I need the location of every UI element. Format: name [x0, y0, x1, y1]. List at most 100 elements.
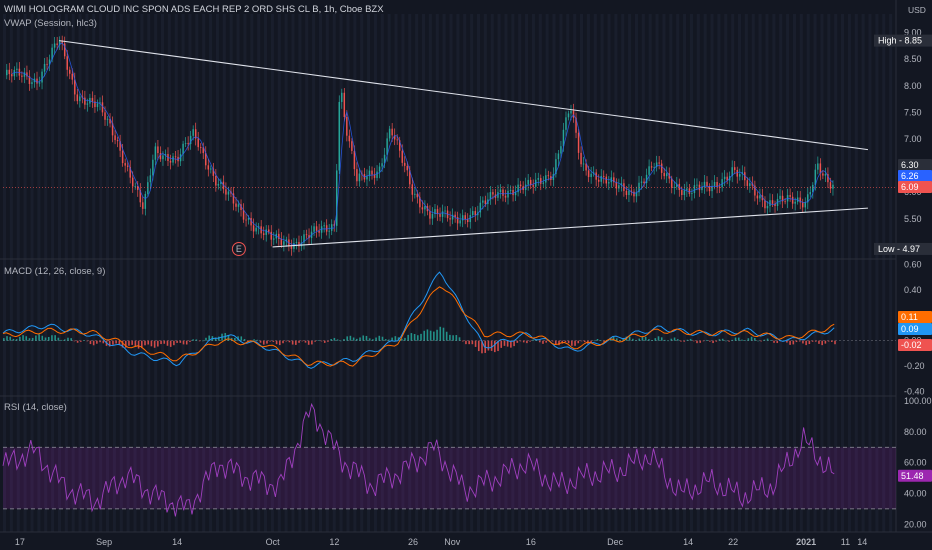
macd-histogram-bar [285, 340, 288, 342]
candle-body [11, 74, 13, 77]
candle-body [144, 193, 147, 209]
macd-histogram-bar [272, 340, 275, 342]
candle-body [376, 171, 378, 178]
macd-histogram-bar [461, 340, 464, 342]
macd-histogram-bar [753, 338, 756, 341]
rsi-label[interactable]: RSI (14, close) [4, 402, 67, 413]
candle-body [91, 97, 94, 102]
candle-body [633, 191, 635, 197]
candle-body [210, 168, 212, 170]
macd-histogram-bar [526, 340, 528, 344]
macd-histogram-bar [57, 337, 60, 341]
candle-body [348, 135, 351, 142]
candle-body [640, 181, 643, 183]
candle-body [673, 186, 676, 188]
macd-histogram-bar [436, 329, 438, 341]
candle-body [686, 188, 688, 191]
time-tick-label: Dec [607, 537, 624, 547]
candle-body [197, 138, 199, 148]
macd-histogram-bar [262, 340, 265, 345]
macd-histogram-bar [699, 340, 702, 343]
macd-histogram-bar [301, 340, 304, 342]
candle-body [597, 179, 600, 182]
candle-body [283, 241, 285, 245]
macd-histogram-bar [567, 340, 570, 344]
macd-histogram-bar [201, 340, 204, 342]
macd-histogram-bar [128, 340, 130, 346]
macd-histogram-bar [786, 340, 788, 343]
macd-histogram-bar [51, 335, 53, 341]
macd-label[interactable]: MACD (12, 26, close, 9) [4, 266, 105, 277]
macd-histogram-bar [9, 336, 12, 341]
macd-histogram-bar [725, 340, 727, 342]
candle-body [509, 189, 512, 191]
candle-body [46, 63, 48, 65]
candle-body [215, 175, 217, 186]
time-tick-label: Nov [444, 537, 461, 547]
candle-body [565, 117, 567, 130]
macd-histogram-bar [6, 336, 8, 341]
candle-body [378, 166, 381, 172]
time-tick-label: 2021 [796, 537, 816, 547]
candle-body [351, 141, 353, 151]
time-tick-label: 11 [841, 537, 850, 547]
candle-body [371, 170, 373, 175]
macd-histogram-bar [22, 335, 24, 341]
macd-histogram-bar [747, 338, 750, 341]
rsi-tick-label: 80.00 [904, 427, 927, 437]
candle-body [444, 210, 446, 212]
candle-body [142, 202, 144, 209]
candle-body [691, 193, 693, 194]
macd-histogram-bar [583, 340, 586, 343]
candle-body [106, 118, 109, 120]
macd-histogram-bar [657, 336, 660, 341]
macd-histogram-bar [596, 338, 599, 341]
macd-histogram-bar [80, 340, 82, 342]
candle-body [313, 226, 315, 232]
time-tick-label: 14 [172, 537, 182, 547]
macd-histogram-bar [153, 340, 156, 348]
rsi-tick-label: 60.00 [904, 458, 927, 468]
macd-histogram-bar [676, 339, 679, 341]
vwap-label[interactable]: VWAP (Session, hlc3) [4, 18, 97, 29]
macd-tick-label: -0.20 [904, 361, 925, 371]
time-tick-label: Oct [266, 537, 281, 547]
time-tick-label: Sep [96, 537, 112, 547]
candle-body [343, 92, 346, 117]
macd-histogram-bar [102, 340, 105, 344]
candle-body [693, 185, 696, 194]
candle-body [648, 166, 650, 175]
macd-histogram-bar [336, 339, 339, 341]
candle-body [328, 230, 330, 232]
candle-body [540, 178, 542, 184]
macd-histogram-bar [417, 335, 419, 341]
macd-histogram-bar [423, 330, 426, 341]
candle-body [532, 185, 534, 187]
price-tick-label: 5.50 [904, 214, 922, 224]
candle-body [126, 165, 129, 167]
candle-body [507, 190, 509, 198]
candle-body [512, 189, 514, 196]
candle-body [172, 156, 174, 163]
macd-histogram-bar [413, 333, 416, 341]
macd-histogram-bar [574, 340, 576, 346]
candle-body [746, 180, 749, 186]
candle-body [421, 207, 424, 210]
macd-histogram-bar [266, 340, 268, 344]
candle-body [53, 43, 56, 48]
macd-histogram-bar [189, 340, 191, 342]
candle-body [650, 166, 653, 168]
macd-histogram-bar [670, 338, 673, 341]
macd-histogram-bar [712, 340, 714, 344]
candle-body [391, 128, 393, 136]
macd-histogram-bar [28, 338, 31, 341]
macd-histogram-bar [304, 340, 307, 343]
macd-histogram-bar [391, 337, 393, 341]
candle-body [323, 225, 325, 227]
candle-body [683, 190, 686, 196]
candle-body [696, 184, 698, 186]
candle-body [338, 101, 341, 171]
candle-body [723, 176, 726, 180]
macd-histogram-bar [577, 340, 580, 344]
chart-canvas[interactable]: E 9.008.508.007.507.006.506.005.50High -… [0, 0, 932, 550]
